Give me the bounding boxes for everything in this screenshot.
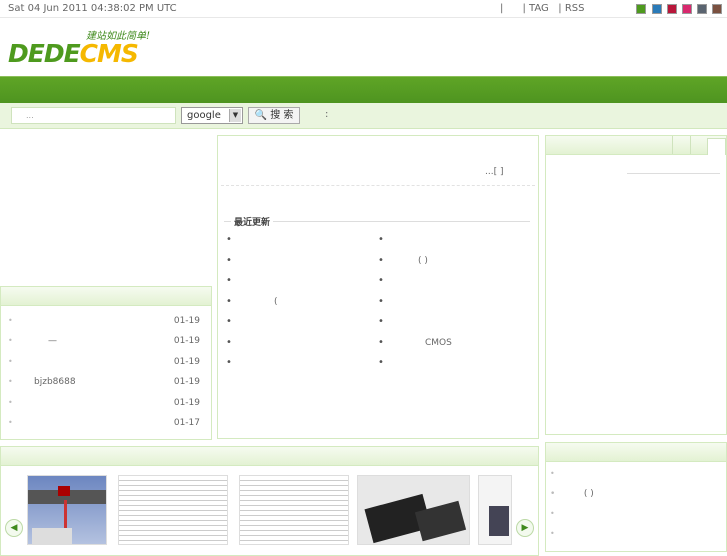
list-item[interactable]: •	[378, 357, 384, 368]
list-item[interactable]: •	[550, 509, 555, 518]
list-item[interactable]: •(	[226, 296, 278, 307]
list-item[interactable]: • CMOS	[378, 337, 452, 348]
list-item[interactable]: • 01-19	[8, 398, 200, 408]
arrow-right-icon: ▶	[521, 523, 529, 533]
logo-cms: CMS	[79, 39, 139, 68]
center-panel	[217, 135, 539, 439]
theme-swatch-pink[interactable]	[682, 4, 692, 14]
tag-link[interactable]: | TAG	[522, 3, 548, 14]
list-item[interactable]: •( )	[378, 255, 428, 266]
dedecms-logo[interactable]: 建站如此简单! DEDECMS	[8, 27, 173, 69]
more-link[interactable]: ...[ ]	[485, 167, 503, 177]
gallery-thumb[interactable]	[27, 475, 107, 545]
list-item[interactable]: •	[226, 234, 232, 245]
theme-swatch-gray[interactable]	[697, 4, 707, 14]
tab-divider	[690, 136, 691, 154]
search-button[interactable]: 🔍 搜 索	[248, 107, 300, 124]
search-icon: 🔍	[254, 110, 268, 121]
item-date: 01-19	[173, 336, 200, 346]
gallery-thumb[interactable]	[357, 475, 470, 545]
panel-header	[1, 447, 538, 466]
item-date: 01-17	[173, 418, 200, 428]
tab-header	[546, 136, 726, 155]
item-date: 01-19	[173, 357, 200, 367]
arrow-left-icon: ◀	[10, 523, 18, 533]
item-date: 01-19	[173, 316, 200, 326]
hot-search-label: :	[325, 109, 329, 120]
recent-updates-title: 最近更新	[231, 215, 274, 228]
gallery-thumb[interactable]	[478, 475, 512, 545]
list-item[interactable]: •	[378, 296, 384, 307]
divider	[221, 185, 535, 186]
main-nav-bar	[0, 76, 727, 103]
theme-swatch-brown[interactable]	[712, 4, 722, 14]
theme-swatch-green[interactable]	[636, 4, 646, 14]
rss-link[interactable]: | RSS	[558, 3, 584, 14]
list-item[interactable]: • ( )	[550, 489, 594, 499]
engine-value: google	[187, 110, 221, 121]
search-button-label: 搜 索	[270, 110, 294, 121]
list-item[interactable]: • 01-19	[8, 357, 200, 367]
top-link-1[interactable]: |	[500, 3, 503, 14]
list-item[interactable]: • 01-17	[8, 418, 200, 428]
item-title: (	[274, 296, 278, 307]
list-item[interactable]: •	[226, 275, 232, 286]
list-item[interactable]: •	[226, 255, 232, 266]
theme-swatch-blue[interactable]	[652, 4, 662, 14]
divider	[627, 173, 720, 174]
list-item[interactable]: •	[550, 529, 555, 538]
tab-active[interactable]	[707, 138, 726, 155]
logo-dede: DEDE	[8, 39, 81, 68]
prev-arrow-button[interactable]: ◀	[5, 519, 23, 537]
list-item[interactable]: •	[550, 469, 555, 478]
panel-header	[546, 443, 726, 462]
item-title: ( )	[418, 255, 428, 266]
theme-swatch-red[interactable]	[667, 4, 677, 14]
list-item[interactable]: • bjzb8688 01-19	[8, 377, 200, 387]
next-arrow-button[interactable]: ▶	[516, 519, 534, 537]
panel-header	[1, 287, 211, 306]
item-title: CMOS	[425, 337, 452, 348]
gallery-thumb[interactable]	[118, 475, 228, 545]
item-date: 01-19	[173, 377, 200, 387]
list-item[interactable]: •	[226, 357, 232, 368]
list-item[interactable]: •	[378, 234, 384, 245]
chevron-down-icon: ▼	[229, 109, 241, 122]
top-links: | | TAG | RSS	[500, 3, 585, 14]
list-item[interactable]: • 01-19	[8, 316, 200, 326]
item-date: 01-19	[173, 398, 200, 408]
list-item[interactable]: • —01-19	[8, 336, 200, 346]
list-item[interactable]: •	[378, 316, 384, 327]
list-item[interactable]: •	[226, 337, 232, 348]
tab-divider	[672, 136, 673, 154]
list-item[interactable]: •	[378, 275, 384, 286]
search-engine-select[interactable]: google ▼	[181, 107, 243, 124]
search-input[interactable]: ...	[11, 107, 176, 124]
date-text: Sat 04 Jun 2011 04:38:02 PM UTC	[8, 3, 177, 14]
right-tab-panel	[545, 135, 727, 435]
gallery-thumb[interactable]	[239, 475, 349, 545]
list-item[interactable]: •	[226, 316, 232, 327]
